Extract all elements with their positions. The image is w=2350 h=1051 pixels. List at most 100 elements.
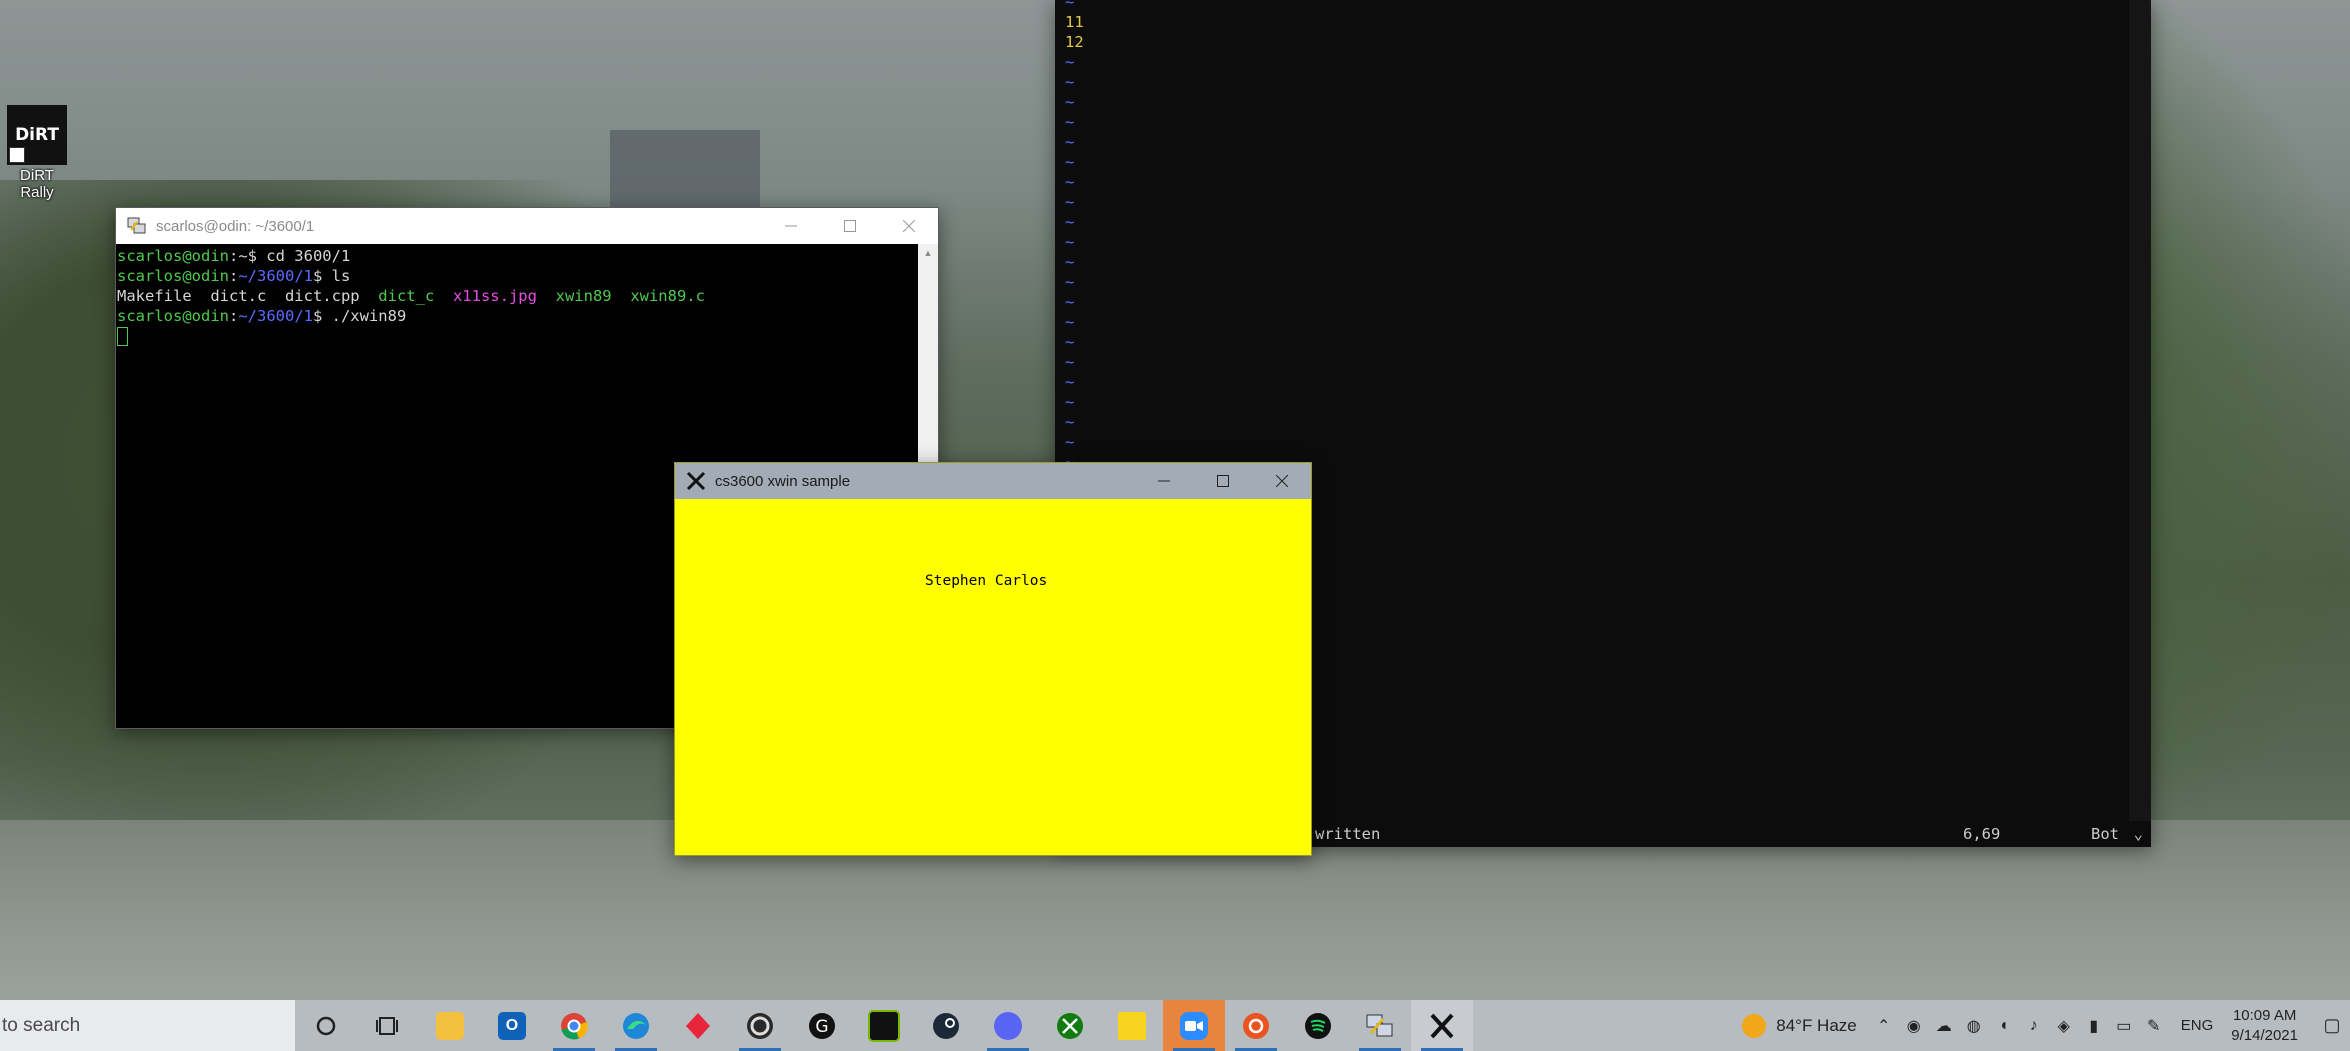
obs-icon	[747, 1012, 773, 1039]
search-box[interactable]: to search	[0, 1000, 295, 1051]
speaker-alt-icon[interactable]: ◖	[1989, 1017, 2019, 1035]
terminal-segment: x11ss.jpg	[452, 287, 537, 305]
dirt-rally-icon: DiRT	[7, 105, 67, 165]
terminal-segment: ~/3600/1	[238, 267, 313, 285]
spotify-icon	[1305, 1012, 1331, 1039]
red-diamond-app-button[interactable]	[667, 1000, 729, 1051]
desktop-icon-dirt-rally[interactable]: DiRT DiRT Rally	[4, 105, 70, 201]
terminal-cursor-line	[117, 326, 917, 346]
xwin-canvas[interactable]: Stephen Carlos	[675, 499, 1311, 855]
vim-scrollbar[interactable]	[2129, 0, 2151, 821]
discord-tray-icon[interactable]: ◍	[1959, 1016, 1989, 1036]
shortcut-arrow-icon	[9, 147, 25, 163]
minimize-button[interactable]	[1134, 463, 1193, 499]
language-indicator[interactable]: ENG	[2181, 1017, 2214, 1034]
discord-icon	[994, 1011, 1022, 1040]
close-icon	[1275, 475, 1288, 487]
clock-time: 10:09 AM	[2232, 1006, 2297, 1024]
nvidia-button[interactable]	[853, 1000, 915, 1051]
clock[interactable]: 10:09 AM 9/14/2021	[2231, 1006, 2298, 1046]
system-tray: 84°F Haze ⌃ ◉ ☁ ◍ ◖ ♪ ◈ ▮ ▭ ✎ ENG 10:09 …	[1742, 1000, 2350, 1051]
spotify-button[interactable]	[1287, 1000, 1349, 1051]
putty-button[interactable]	[1349, 1000, 1411, 1051]
terminal-line: Makefile dict.c dict.cpp dict_c x11ss.jp…	[117, 286, 917, 306]
zoom-button[interactable]	[1163, 1000, 1225, 1051]
steam-button[interactable]	[915, 1000, 977, 1051]
notification-icon[interactable]: ▢	[2314, 1015, 2350, 1036]
cortana-button[interactable]	[295, 1000, 357, 1051]
red-diamond-app-icon	[686, 1012, 710, 1039]
obs-button[interactable]	[729, 1000, 791, 1051]
weather-haze-icon	[1742, 1013, 1767, 1038]
terminal-titlebar[interactable]: scarlos@odin: ~/3600/1	[116, 208, 938, 244]
logitech-g-button[interactable]: G	[791, 1000, 853, 1051]
task-view-button[interactable]	[357, 1000, 419, 1051]
vim-empty-line-tilde: ~	[1065, 193, 1075, 211]
xming-icon	[1430, 1013, 1454, 1038]
close-button[interactable]	[879, 208, 938, 244]
terminal-line: scarlos@odin:~/3600/1$ ./xwin89	[117, 306, 917, 326]
onedrive-icon[interactable]: ☁	[1929, 1016, 1959, 1036]
close-button[interactable]	[1252, 463, 1311, 499]
maximize-button[interactable]	[820, 208, 879, 244]
xwin-title: cs3600 xwin sample	[715, 472, 851, 490]
sticky-notes-button[interactable]	[1101, 1000, 1163, 1051]
x-logo-icon	[685, 470, 707, 492]
terminal-line: scarlos@odin:~/3600/1$ ls	[117, 266, 917, 286]
obs-tray-icon[interactable]: ◉	[1899, 1016, 1929, 1036]
vim-empty-line-tilde: ~	[1065, 253, 1075, 271]
terminal-segment: scarlos@odin	[117, 307, 229, 325]
vim-empty-line-tilde: ~	[1065, 333, 1075, 351]
chevron-up-icon[interactable]: ⌃	[1869, 1016, 1899, 1036]
vim-line-number: 12	[1065, 33, 1084, 51]
xming-button[interactable]	[1411, 1000, 1473, 1051]
xwin-sample-window[interactable]: cs3600 xwin sample Stephen Carlos	[674, 462, 1312, 856]
vim-empty-line-tilde: ~	[1065, 233, 1075, 251]
weather-widget[interactable]: 84°F Haze	[1742, 1013, 1857, 1038]
xwin-drawn-text: Stephen Carlos	[925, 573, 1048, 589]
chevron-down-icon[interactable]: ⌄	[2134, 821, 2143, 847]
xbox-button[interactable]	[1039, 1000, 1101, 1051]
file-explorer-button[interactable]	[419, 1000, 481, 1051]
discord-button[interactable]	[977, 1000, 1039, 1051]
vim-empty-line-tilde: ~	[1065, 93, 1075, 111]
putty-icon	[126, 215, 148, 237]
maximize-icon	[1216, 475, 1229, 487]
network-icon[interactable]: ▭	[2109, 1016, 2139, 1036]
svg-text:G: G	[815, 1017, 828, 1037]
chrome-button[interactable]	[543, 1000, 605, 1051]
edge-button[interactable]	[605, 1000, 667, 1051]
edge-icon	[623, 1012, 649, 1039]
ubuntu-button[interactable]	[1225, 1000, 1287, 1051]
volume-icon[interactable]: ♪	[2019, 1017, 2049, 1035]
microphone-icon[interactable]: ▮	[2079, 1016, 2109, 1036]
cortana-icon	[316, 1016, 336, 1035]
wallpaper-building	[610, 130, 760, 215]
pen-icon[interactable]: ✎	[2139, 1016, 2169, 1036]
vim-empty-line-tilde: ~	[1065, 293, 1075, 311]
vim-empty-line-tilde: ~	[1065, 273, 1075, 291]
vim-empty-line-tilde: ~	[1065, 353, 1075, 371]
vim-empty-line-tilde: ~	[1065, 53, 1075, 71]
file-explorer-icon	[436, 1011, 464, 1040]
logitech-g-icon: G	[809, 1012, 835, 1039]
minimize-icon	[784, 225, 797, 227]
terminal-segment: scarlos@odin	[117, 267, 229, 285]
desktop-icon-label: DiRT Rally	[20, 167, 54, 201]
security-icon[interactable]: ◈	[2049, 1016, 2079, 1036]
terminal-segment: :	[228, 307, 239, 325]
nvidia-icon	[868, 1009, 900, 1042]
vim-empty-line-tilde: ~	[1065, 373, 1075, 391]
steam-icon	[933, 1012, 959, 1039]
terminal-segment	[537, 287, 556, 305]
outlook-icon: O	[498, 1011, 526, 1040]
vim-empty-line-tilde: ~	[1065, 73, 1075, 91]
xwin-titlebar[interactable]: cs3600 xwin sample	[675, 463, 1311, 499]
maximize-button[interactable]	[1193, 463, 1252, 499]
vim-empty-line-tilde: ~	[1065, 213, 1075, 231]
vim-empty-line-tilde: ~	[1065, 113, 1075, 131]
scroll-up-icon[interactable]: ▲	[918, 244, 938, 262]
outlook-button[interactable]: O	[481, 1000, 543, 1051]
terminal-segment: xwin89.c	[630, 287, 705, 305]
minimize-button[interactable]	[761, 208, 820, 244]
